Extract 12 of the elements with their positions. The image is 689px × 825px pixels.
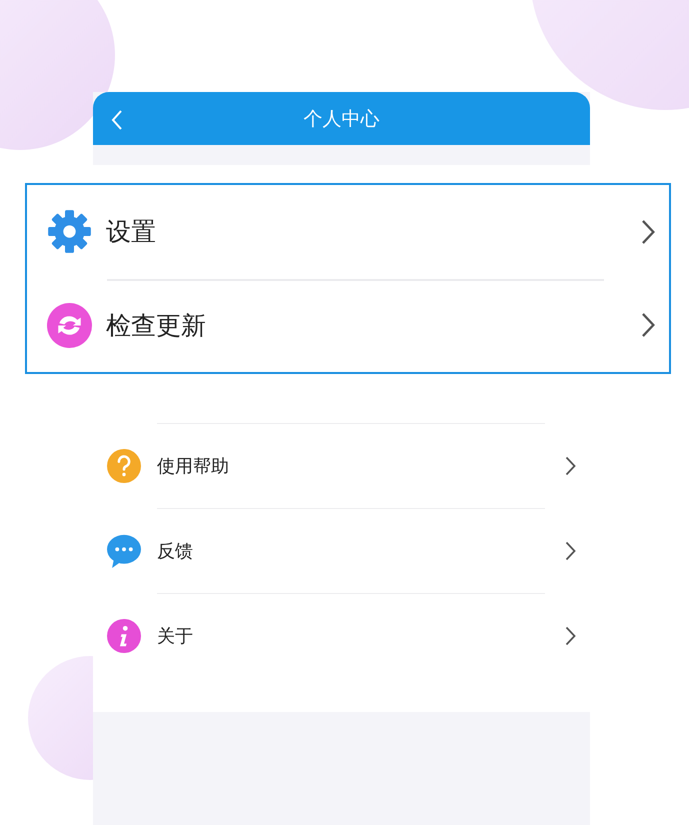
menu-item[interactable]: 反馈 <box>93 508 590 593</box>
menu-item[interactable]: 检查更新 <box>27 278 669 372</box>
chevron-right-icon <box>565 456 576 476</box>
menu-item[interactable]: 设置 <box>27 185 669 278</box>
menu-item[interactable]: 使用帮助 <box>93 423 590 508</box>
chevron-right-icon <box>565 626 576 646</box>
page-title: 个人中心 <box>304 106 380 132</box>
chevron-right-icon <box>640 218 655 245</box>
menu-item[interactable]: 关于 <box>93 593 590 678</box>
back-icon[interactable] <box>111 110 123 130</box>
chevron-right-icon <box>640 312 655 338</box>
chevron-right-icon <box>565 540 576 560</box>
